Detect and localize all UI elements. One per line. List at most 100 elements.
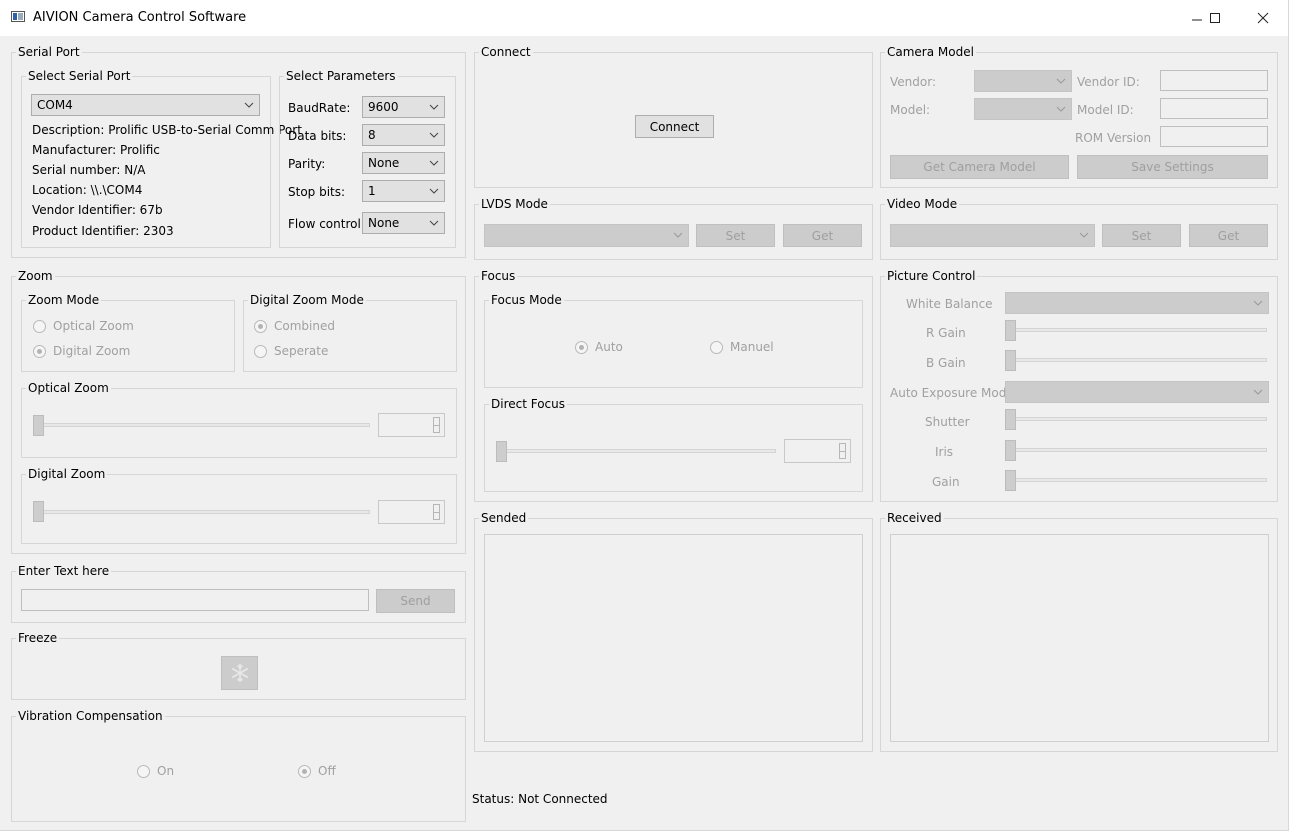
chevron-down-icon <box>1253 389 1263 395</box>
stop-bits-value: 1 <box>368 184 376 198</box>
r-gain-label: R Gain <box>926 326 966 340</box>
received-caption: Received <box>885 511 944 525</box>
optical-zoom-caption: Optical Zoom <box>26 381 111 395</box>
sended-caption: Sended <box>479 511 529 525</box>
lvds-get-button[interactable]: Get <box>783 224 862 247</box>
digital-zoom-slider-thumb[interactable] <box>33 501 44 522</box>
spin-arrows-icon <box>433 417 440 433</box>
port-location: Location: \\.\COM4 <box>32 183 143 197</box>
direct-focus-caption: Direct Focus <box>489 397 568 411</box>
data-bits-select[interactable]: 8 <box>362 124 445 146</box>
focus-manual-label: Manuel <box>730 340 774 354</box>
stop-bits-select[interactable]: 1 <box>362 180 445 202</box>
model-select[interactable] <box>974 98 1072 120</box>
rom-version-field[interactable] <box>1160 126 1268 147</box>
combined-radio[interactable] <box>254 320 267 333</box>
serial-port-select[interactable]: COM4 <box>31 94 260 116</box>
zoom-caption: Zoom <box>16 269 55 283</box>
optical-zoom-slider-thumb[interactable] <box>33 415 44 436</box>
vibration-on-radio[interactable] <box>137 765 150 778</box>
port-serial-number: Serial number: N/A <box>32 163 146 177</box>
r-gain-slider-thumb[interactable] <box>1005 320 1016 341</box>
gain-label: Gain <box>932 475 960 489</box>
b-gain-slider-thumb[interactable] <box>1005 350 1016 371</box>
video-get-button[interactable]: Get <box>1189 224 1268 247</box>
app-icon <box>11 11 25 22</box>
gain-slider-thumb[interactable] <box>1005 470 1016 491</box>
chevron-down-icon <box>429 188 439 194</box>
focus-auto-radio[interactable] <box>575 341 588 354</box>
get-camera-model-button[interactable]: Get Camera Model <box>890 155 1069 179</box>
baudrate-select[interactable]: 9600 <box>362 96 445 118</box>
baudrate-label: BaudRate: <box>288 101 351 115</box>
spin-arrows-icon <box>433 504 440 520</box>
optical-zoom-slider-track[interactable] <box>33 423 370 427</box>
r-gain-slider-track[interactable] <box>1005 328 1267 332</box>
iris-slider-thumb[interactable] <box>1005 440 1016 461</box>
model-label: Model: <box>890 103 931 117</box>
b-gain-slider-track[interactable] <box>1005 358 1267 362</box>
received-textarea[interactable] <box>890 534 1269 742</box>
optical-zoom-radio[interactable] <box>33 320 46 333</box>
optical-zoom-spinbox[interactable] <box>378 413 445 437</box>
digital-zoom-slider-track[interactable] <box>33 510 370 514</box>
freeze-caption: Freeze <box>16 631 60 645</box>
white-balance-label: White Balance <box>906 297 993 311</box>
sended-textarea[interactable] <box>484 534 863 742</box>
digital-zoom-spinbox[interactable] <box>378 500 445 524</box>
zoom-mode-group: Zoom Mode <box>21 293 235 372</box>
parity-select[interactable]: None <box>362 152 445 174</box>
model-id-field[interactable] <box>1160 98 1268 119</box>
shutter-slider-track[interactable] <box>1005 417 1267 421</box>
select-serial-port-caption: Select Serial Port <box>26 69 133 83</box>
iris-slider-track[interactable] <box>1005 448 1267 452</box>
focus-manual-radio[interactable] <box>710 341 723 354</box>
stop-bits-label: Stop bits: <box>288 185 346 199</box>
auto-exposure-mode-select[interactable] <box>1005 381 1269 403</box>
focus-auto-label: Auto <box>595 340 623 354</box>
shutter-slider-thumb[interactable] <box>1005 409 1016 430</box>
connect-button[interactable]: Connect <box>635 115 714 138</box>
vibration-off-radio[interactable] <box>298 765 311 778</box>
combined-label: Combined <box>274 319 335 333</box>
direct-focus-slider-thumb[interactable] <box>496 441 507 462</box>
save-settings-button[interactable]: Save Settings <box>1077 155 1268 179</box>
freeze-button[interactable] <box>221 656 258 690</box>
send-button[interactable]: Send <box>376 589 455 613</box>
video-mode-caption: Video Mode <box>885 197 960 211</box>
b-gain-label: B Gain <box>926 356 966 370</box>
parity-value: None <box>368 156 400 170</box>
digital-zoom-label: Digital Zoom <box>53 344 131 358</box>
port-manufacturer: Manufacturer: Prolific <box>32 143 160 157</box>
status-label: Status: Not Connected <box>472 792 608 806</box>
chevron-down-icon <box>1056 106 1066 112</box>
focus-caption: Focus <box>479 269 518 283</box>
close-button[interactable] <box>1240 0 1286 36</box>
lvds-mode-select[interactable] <box>484 224 689 247</box>
chevron-down-icon <box>429 104 439 110</box>
port-product-identifier: Product Identifier: 2303 <box>32 224 174 238</box>
focus-mode-group: Focus Mode <box>484 293 863 388</box>
lvds-set-button[interactable]: Set <box>696 224 775 247</box>
gain-slider-track[interactable] <box>1005 478 1267 482</box>
vendor-id-field[interactable] <box>1160 70 1268 91</box>
direct-focus-spinbox[interactable] <box>784 439 851 463</box>
flow-control-select[interactable]: None <box>362 212 445 234</box>
chevron-down-icon <box>429 220 439 226</box>
vendor-select[interactable] <box>974 70 1072 92</box>
flow-control-label: Flow control: <box>288 217 365 231</box>
picture-control-caption: Picture Control <box>885 269 978 283</box>
video-mode-select[interactable] <box>890 224 1095 247</box>
separate-radio[interactable] <box>254 345 267 358</box>
port-vendor-identifier: Vendor Identifier: 67b <box>32 203 163 217</box>
vibration-compensation-caption: Vibration Compensation <box>16 709 165 723</box>
white-balance-select[interactable] <box>1005 292 1269 314</box>
shutter-label: Shutter <box>925 415 970 429</box>
maximize-button[interactable] <box>1193 0 1237 36</box>
auto-exposure-mode-label: Auto Exposure Mode <box>890 386 1014 400</box>
direct-focus-slider-track[interactable] <box>496 449 776 453</box>
digital-zoom-radio[interactable] <box>33 345 46 358</box>
command-text-input[interactable] <box>21 589 369 611</box>
chevron-down-icon <box>429 132 439 138</box>
video-set-button[interactable]: Set <box>1102 224 1181 247</box>
